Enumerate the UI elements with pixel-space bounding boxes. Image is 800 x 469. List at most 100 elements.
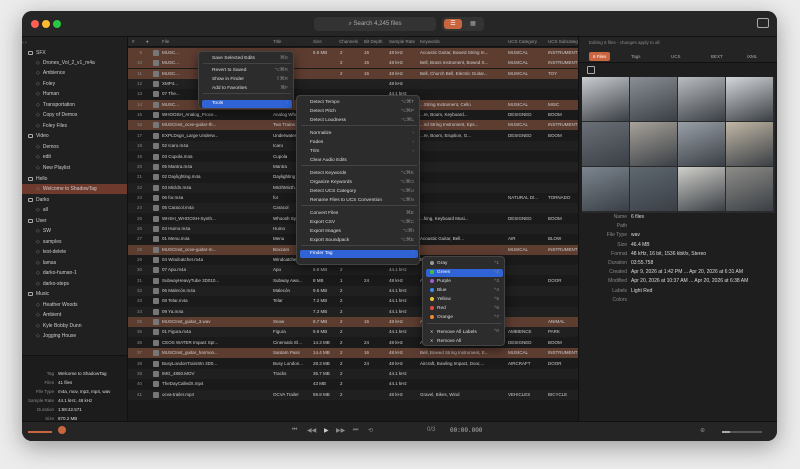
menu-item[interactable]: Green ^2 — [426, 269, 503, 277]
minimize-window-button[interactable] — [42, 20, 50, 28]
sidebar-item[interactable]: ◇ Ambience — [22, 68, 127, 78]
rewind-icon[interactable]: ◀◀ — [307, 427, 316, 434]
menu-item[interactable]: ✕ Remove All Labels ^0 — [426, 328, 503, 336]
sidebar-item[interactable]: ◇ Kyle Bobby Dunn — [22, 321, 127, 331]
forward-icon[interactable]: ▶▶ — [336, 427, 345, 434]
view-toggle[interactable]: ☰ ▦ — [442, 17, 484, 31]
sidebar-item[interactable]: ◇ Human — [22, 89, 127, 99]
menu-item[interactable]: Detect Keywords ⌥⌘K — [300, 170, 418, 178]
menu-item[interactable]: Save Selected Edits ⌘S — [202, 55, 292, 63]
table-row[interactable]: 35 MUSCInst_guitar_3.wav Snow 8.7 MB 2 16 48 k… — [128, 317, 578, 328]
table-row[interactable]: 12 XMP4... 48 kHz — [128, 79, 578, 90]
sidebar-item[interactable]: ◇ Copy of Demos — [22, 110, 127, 120]
grid-view-icon[interactable]: ▦ — [464, 19, 482, 29]
sidebar-item[interactable]: ◇ darko-steps — [22, 279, 127, 289]
sidebar-item[interactable]: User — [22, 216, 127, 226]
table-row[interactable]: 32 06 Malecón.m4a Malecón 9.5 MB 2 44.1 kHz — [128, 286, 578, 297]
table-row[interactable]: 31 SubwayHeavyTube 3D010... Subway Awa... 8… — [128, 276, 578, 286]
sidebar-item[interactable]: Hello — [22, 174, 127, 184]
sidebar-item[interactable]: ◇ lamas — [22, 258, 127, 268]
table-row[interactable]: 41 ocva-trailer.mp4 OCVA Trailer 59.8 MB 2 48… — [128, 389, 578, 400]
sidebar-item[interactable]: Music — [22, 289, 127, 299]
image-icon[interactable] — [587, 66, 595, 74]
menu-item[interactable]: Tools › — [202, 100, 292, 108]
menu-item[interactable]: Yellow ^5 — [426, 296, 503, 304]
detail-tab[interactable]: UCS — [671, 52, 681, 61]
skip-forward-icon[interactable]: ⏭ — [353, 427, 358, 434]
table-row[interactable]: 33 08 Telar.m4a Telar 7.2 MB 2 44.1 kHz — [128, 296, 578, 306]
menu-item[interactable]: Finder Tag › — [300, 250, 418, 258]
sidebar-item[interactable]: Video — [22, 131, 127, 141]
column-header[interactable]: ● — [146, 37, 152, 47]
search-input[interactable]: ⌕ Search 4,245 files — [314, 17, 436, 31]
menu-item[interactable]: Rename Files to UCS Convention ⌥⌘N — [300, 197, 418, 205]
sidebar-item[interactable]: ◇ New Playlist — [22, 163, 127, 173]
menu-item[interactable]: Export Soundpack ⌥⌘E — [300, 237, 418, 245]
menu-item[interactable]: Normalize › — [300, 130, 418, 138]
sidebar-item[interactable]: ◇ Foley Files — [22, 121, 127, 131]
sidebar-item[interactable]: ◇ Drones_Vol_2_v1_m4a — [22, 58, 127, 68]
sidebar-toggle-icon[interactable] — [757, 18, 769, 28]
menu-item[interactable]: Convert Files ⌘E — [300, 210, 418, 218]
menu-item[interactable]: ✕ Remove All — [426, 337, 503, 345]
menu-item[interactable]: Organize Keywords ⌥⌘O — [300, 179, 418, 187]
sidebar-item[interactable]: ◇ Jogging House — [22, 331, 127, 341]
menu-item[interactable]: Revert to Saved ⌥⌘R — [202, 67, 292, 75]
menu-item[interactable]: Export CSV ⌥⌘C — [300, 219, 418, 227]
detail-tab[interactable]: BEXT — [711, 52, 723, 61]
menu-item[interactable]: Detect UCS Category ⌥⌘U — [300, 188, 418, 196]
sidebar-item[interactable]: Darko — [22, 195, 127, 205]
menu-item[interactable]: Blue ^4 — [426, 287, 503, 295]
record-icon[interactable] — [58, 426, 66, 434]
close-window-button[interactable] — [31, 20, 39, 28]
sidebar-item[interactable]: ◇ Demos — [22, 142, 127, 152]
table-row[interactable]: 30 07 Apu.m4a Apu 5.9 MB 2 44.1 kHz — [128, 265, 578, 276]
table-row[interactable]: 37 MUSCInst_guitar_harmon... Santam Pass 14… — [128, 348, 578, 359]
menu-item[interactable]: Purple ^3 — [426, 278, 503, 286]
table-row[interactable]: 38 BusyLondonTrainStn 3D0... Busy London..… — [128, 359, 578, 369]
sidebar-item[interactable]: ◇ Transportation — [22, 100, 127, 110]
zoom-slider[interactable] — [722, 431, 762, 433]
sidebar-item[interactable]: ◇ Ambient — [22, 310, 127, 320]
column-header[interactable]: UCS Subcategory — [548, 37, 578, 47]
detail-tab[interactable]: Tags — [631, 52, 641, 61]
column-header[interactable]: Size — [313, 37, 335, 47]
sidebar-item[interactable]: SFX — [22, 48, 127, 58]
column-header[interactable]: Sample Rate — [389, 37, 417, 47]
sidebar-item[interactable]: ◇ edit — [22, 152, 127, 162]
table-row[interactable]: 10 MUSC... 2 16 48 kHz Bell, Brass Instrument… — [128, 58, 578, 69]
sidebar-item[interactable]: ◇ all — [22, 205, 127, 215]
sidebar-item[interactable]: ◇ samples — [22, 237, 127, 247]
column-header[interactable]: File — [162, 37, 238, 47]
menu-item[interactable]: Show in Finder ⇧⌘R — [202, 76, 292, 84]
menu-item[interactable]: Detect Tempo ⌥⌘T — [300, 99, 418, 107]
column-header[interactable]: Bit Depth — [364, 37, 386, 47]
sidebar-item[interactable]: ◇ Foley — [22, 79, 127, 89]
detail-tab[interactable]: iXML — [747, 52, 757, 61]
menu-item[interactable]: Detect Pitch ⌥⌘P — [300, 108, 418, 116]
column-header[interactable]: Title — [273, 37, 309, 47]
detail-value[interactable]: Light Red — [631, 287, 652, 295]
menu-item[interactable]: Orange ^7 — [426, 314, 503, 322]
column-header[interactable]: UCS Category — [508, 37, 546, 47]
menu-item[interactable]: Trim › — [300, 148, 418, 156]
column-header[interactable]: # — [132, 37, 142, 47]
table-row[interactable]: 39 IMG_4850.MOV Tracks 35.7 MB 2 44.1 kHz — [128, 368, 578, 379]
skip-back-icon[interactable]: ⏮ — [292, 427, 297, 434]
play-icon[interactable]: ▶ — [324, 427, 329, 434]
menu-item[interactable]: Detect Loudness ⌥⌘L — [300, 117, 418, 125]
zoom-window-button[interactable] — [53, 20, 61, 28]
table-row[interactable]: 34 09 Ya.m4a 7.3 MB 2 44.1 kHz — [128, 306, 578, 317]
sidebar-item[interactable]: ◇ Heather Woods — [22, 300, 127, 310]
column-header[interactable]: Keywords — [420, 37, 506, 47]
column-header[interactable]: Channels — [339, 37, 363, 47]
menu-item[interactable]: Fades › — [300, 139, 418, 147]
sidebar-item[interactable]: ◇ test-delete — [22, 247, 127, 257]
menu-item[interactable]: Export Images ⌥⌘I — [300, 228, 418, 236]
menu-item[interactable]: Clear Audio Edits — [300, 157, 418, 165]
menu-item[interactable]: Red ^6 — [426, 305, 503, 313]
table-row[interactable]: 36 CEOS WATER Impact Spr... Cinematic El..… — [128, 338, 578, 348]
volume-slider[interactable] — [28, 431, 52, 433]
list-view-icon[interactable]: ☰ — [444, 19, 462, 29]
zoom-icon[interactable]: ⊕ — [700, 427, 705, 434]
